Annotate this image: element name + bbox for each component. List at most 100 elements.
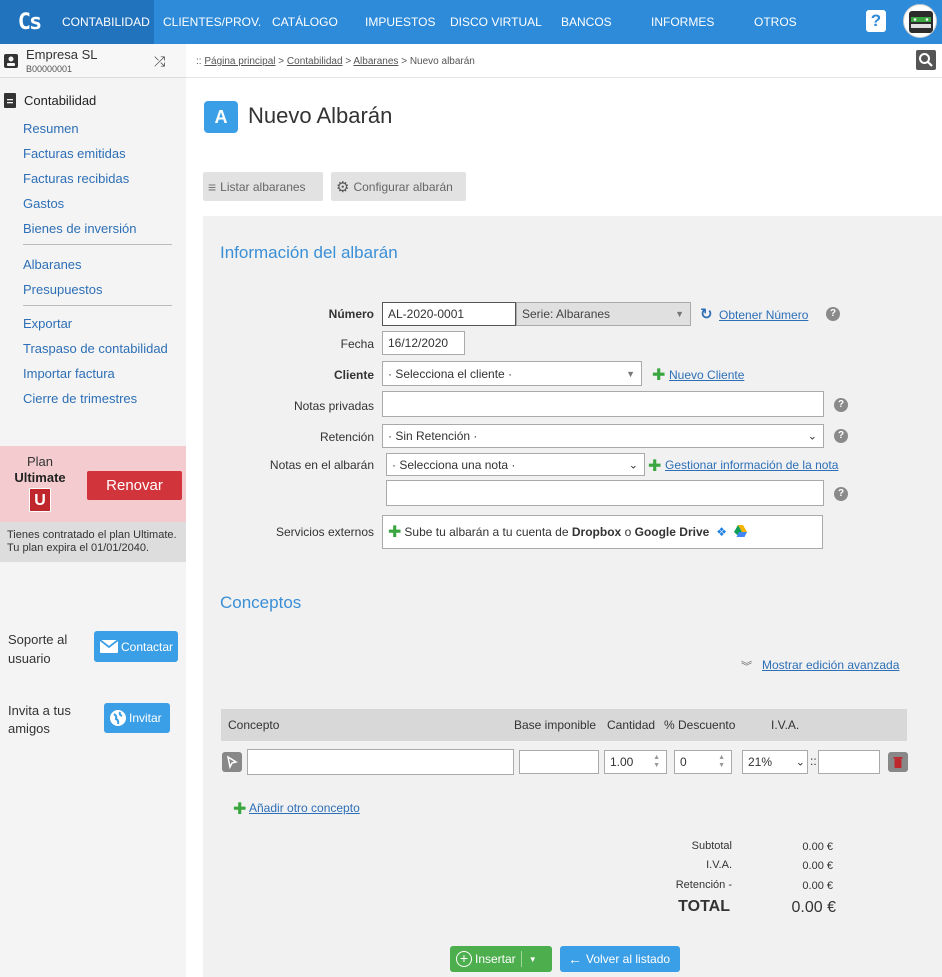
- sidebar-item-cierre[interactable]: Cierre de trimestres: [23, 391, 137, 406]
- nuevo-cliente-link[interactable]: Nuevo Cliente: [669, 368, 744, 382]
- add-icon[interactable]: ✚: [648, 456, 661, 476]
- obtener-numero-link[interactable]: Obtener Número: [719, 308, 808, 322]
- base-input[interactable]: [519, 750, 599, 774]
- nav-clientes[interactable]: CLIENTES/PROV.: [163, 0, 261, 44]
- notas-privadas-textarea[interactable]: [382, 391, 824, 417]
- app-logo[interactable]: Cs: [0, 0, 58, 44]
- contact-label: Contactar: [121, 639, 174, 654]
- gestionar-nota-link[interactable]: Gestionar información de la nota: [665, 458, 838, 472]
- conceptos-section-title: Conceptos: [220, 593, 302, 612]
- dropbox-icon[interactable]: ❖: [716, 525, 727, 539]
- stepper-icon[interactable]: ▲ ▼: [718, 754, 725, 770]
- help-icon[interactable]: ?: [834, 398, 848, 412]
- help-icon[interactable]: ?: [834, 487, 848, 501]
- sidebar-item-facturas-emitidas[interactable]: Facturas emitidas: [23, 146, 126, 161]
- mail-icon: [100, 640, 118, 653]
- search-icon[interactable]: [916, 50, 936, 70]
- sidebar-item-bienes[interactable]: Bienes de inversión: [23, 221, 136, 236]
- fecha-input[interactable]: 16/12/2020: [382, 331, 465, 355]
- nav-disco-virtual[interactable]: DISCO VIRTUAL: [450, 0, 542, 44]
- retencion-label: Retención: [319, 430, 374, 444]
- nav-impuestos[interactable]: IMPUESTOS: [365, 0, 435, 44]
- descuento-input[interactable]: 0 ▲ ▼: [674, 750, 732, 774]
- help-icon[interactable]: ?: [834, 429, 848, 443]
- renew-button[interactable]: Renovar: [87, 471, 182, 500]
- list-icon: ≡: [208, 178, 217, 195]
- cliente-label: Cliente: [333, 368, 374, 382]
- cliente-select[interactable]: · Selecciona el cliente · ▼: [382, 361, 642, 386]
- serie-select[interactable]: Serie: Albaranes ▼: [516, 302, 691, 326]
- concepto-input[interactable]: [247, 749, 514, 775]
- iva-amount-input[interactable]: [818, 750, 880, 774]
- help-icon[interactable]: ?: [866, 10, 886, 32]
- select-cursor-icon[interactable]: [222, 752, 242, 772]
- add-icon: ✚: [388, 524, 402, 541]
- sidebar-item-traspaso[interactable]: Traspaso de contabilidad: [23, 341, 168, 356]
- albaran-icon: A: [204, 101, 238, 133]
- breadcrumb-current: Nuevo albarán: [409, 56, 475, 67]
- sidebar-item-exportar[interactable]: Exportar: [23, 316, 72, 331]
- user-avatar[interactable]: [903, 4, 937, 38]
- col-cantidad: Cantidad: [607, 718, 656, 732]
- breadcrumb-home[interactable]: Página principal: [204, 56, 275, 67]
- sidebar-item-importar[interactable]: Importar factura: [23, 366, 115, 381]
- switch-company-icon[interactable]: ⤮: [154, 53, 165, 70]
- iva-select[interactable]: 21% ⌄: [742, 750, 808, 774]
- numero-input[interactable]: AL-2020-0001: [382, 302, 516, 326]
- nota-textarea[interactable]: [386, 480, 824, 506]
- company-selector[interactable]: Empresa SL B00000001 ⤮: [0, 44, 186, 78]
- breadcrumb-albaranes[interactable]: Albaranes: [353, 56, 398, 67]
- fecha-label: Fecha: [340, 337, 374, 351]
- add-icon[interactable]: ✚: [233, 799, 246, 819]
- sidebar-item-facturas-recibidas[interactable]: Facturas recibidas: [23, 171, 129, 186]
- breadcrumb-contabilidad[interactable]: Contabilidad: [287, 56, 343, 67]
- numero-label: Número: [328, 307, 374, 321]
- retencion-total-label: Retención -: [675, 879, 732, 891]
- iva-total-label: I.V.A.: [706, 859, 732, 871]
- total-value: 0.00 €: [791, 899, 836, 916]
- document-icon: [4, 93, 16, 108]
- notas-albaran-label: Notas en el albarán: [269, 458, 374, 472]
- sidebar-item-albaranes[interactable]: Albaranes: [23, 257, 82, 272]
- back-to-list-button[interactable]: ← Volver al listado: [560, 946, 680, 972]
- insert-button[interactable]: + Insertar ▼: [450, 946, 552, 972]
- col-concepto: Concepto: [228, 718, 280, 732]
- nota-select[interactable]: · Selecciona una nota · ⌄: [386, 453, 645, 476]
- double-chevron-down-icon: ︾: [741, 661, 752, 673]
- refresh-icon[interactable]: ↻: [700, 305, 713, 323]
- plan-badge-icon: U: [29, 488, 51, 512]
- cliente-value: · Selecciona el cliente ·: [388, 366, 513, 381]
- configure-albaran-button[interactable]: ⚙ Configurar albarán: [331, 172, 466, 201]
- nav-informes[interactable]: INFORMES: [651, 0, 714, 44]
- stepper-icon[interactable]: ▲ ▼: [653, 754, 660, 770]
- invite-button[interactable]: Invitar: [104, 703, 170, 733]
- page-title: Nuevo Albarán: [248, 103, 393, 128]
- trash-icon: [893, 757, 903, 768]
- add-icon[interactable]: ✚: [652, 365, 665, 385]
- gdrive-label[interactable]: Google Drive: [635, 525, 710, 539]
- sidebar-heading: Contabilidad: [24, 93, 97, 108]
- nav-contabilidad[interactable]: CONTABILIDAD: [58, 0, 154, 44]
- contact-button[interactable]: Contactar: [94, 631, 178, 662]
- subtotal-label: Subtotal: [691, 840, 732, 852]
- servicios-box[interactable]: ✚ Sube tu albarán a tu cuenta de Dropbox…: [382, 515, 823, 549]
- nav-catalogo[interactable]: CATÁLOGO: [272, 0, 338, 44]
- sidebar-item-resumen[interactable]: Resumen: [23, 121, 79, 136]
- add-concept-link[interactable]: Añadir otro concepto: [249, 801, 360, 815]
- cantidad-input[interactable]: 1.00 ▲ ▼: [604, 750, 667, 774]
- list-albaranes-button[interactable]: ≡ Listar albaranes: [203, 172, 323, 201]
- chevron-down-icon: ⌄: [807, 430, 817, 443]
- retencion-select[interactable]: · Sin Retención · ⌄: [382, 424, 824, 448]
- sidebar-item-gastos[interactable]: Gastos: [23, 196, 64, 211]
- drag-handle[interactable]: ::: [810, 754, 817, 768]
- sidebar-item-presupuestos[interactable]: Presupuestos: [23, 282, 103, 297]
- advanced-edit-link[interactable]: Mostrar edición avanzada: [762, 658, 899, 672]
- dropbox-label[interactable]: Dropbox: [572, 525, 621, 539]
- delete-button[interactable]: [888, 752, 908, 772]
- caret-down-icon[interactable]: ▼: [529, 955, 537, 964]
- google-drive-icon[interactable]: [734, 524, 748, 540]
- help-icon[interactable]: ?: [826, 307, 840, 321]
- nav-bancos[interactable]: BANCOS: [561, 0, 612, 44]
- nav-otros[interactable]: OTROS: [754, 0, 797, 44]
- breadcrumb-sep: >: [401, 56, 408, 67]
